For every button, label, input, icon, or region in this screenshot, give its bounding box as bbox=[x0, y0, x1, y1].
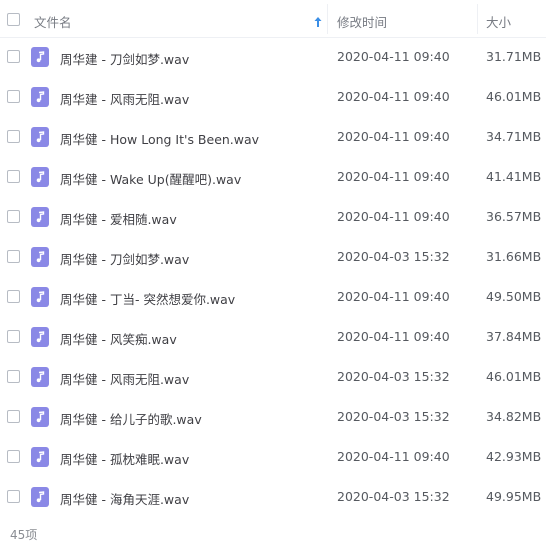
file-size: 31.66MB bbox=[486, 249, 542, 264]
row-checkbox[interactable] bbox=[7, 50, 20, 63]
file-size: 41.41MB bbox=[486, 169, 542, 184]
column-divider[interactable] bbox=[327, 4, 328, 34]
row-checkbox[interactable] bbox=[7, 210, 20, 223]
audio-file-icon bbox=[31, 367, 49, 387]
file-modified-time: 2020-04-11 09:40 bbox=[337, 169, 450, 184]
select-all-checkbox[interactable] bbox=[7, 13, 20, 26]
audio-file-icon bbox=[31, 447, 49, 467]
file-name[interactable]: 周华健 - 风笑痴.wav bbox=[60, 329, 177, 348]
audio-file-icon bbox=[31, 127, 49, 147]
file-row[interactable]: 周华建 - 刀剑如梦.wav 2020-04-11 09:40 31.71MB bbox=[0, 37, 546, 77]
file-row[interactable]: 周华健 - How Long It's Been.wav 2020-04-11 0… bbox=[0, 117, 546, 157]
file-size: 49.95MB bbox=[486, 489, 542, 504]
row-checkbox[interactable] bbox=[7, 90, 20, 103]
file-row[interactable]: 周华健 - 刀剑如梦.wav 2020-04-03 15:32 31.66MB bbox=[0, 237, 546, 277]
file-row[interactable]: 周华健 - 海角天涯.wav 2020-04-03 15:32 49.95MB bbox=[0, 477, 546, 517]
audio-file-icon bbox=[31, 407, 49, 427]
audio-file-icon bbox=[31, 87, 49, 107]
item-count: 45项 bbox=[10, 528, 38, 542]
file-name[interactable]: 周华建 - 风雨无阻.wav bbox=[60, 89, 189, 108]
column-divider[interactable] bbox=[477, 4, 478, 34]
file-size: 36.57MB bbox=[486, 209, 542, 224]
file-name[interactable]: 周华建 - 刀剑如梦.wav bbox=[60, 49, 189, 68]
file-size: 46.01MB bbox=[486, 369, 542, 384]
column-header-size[interactable]: 大小 bbox=[486, 12, 511, 31]
audio-file-icon bbox=[31, 247, 49, 267]
column-header-name[interactable]: 文件名 bbox=[34, 12, 72, 31]
file-size: 31.71MB bbox=[486, 49, 542, 64]
file-name[interactable]: 周华健 - 刀剑如梦.wav bbox=[60, 249, 189, 268]
file-modified-time: 2020-04-03 15:32 bbox=[337, 249, 450, 264]
audio-file-icon bbox=[31, 287, 49, 307]
file-name[interactable]: 周华健 - 丁当- 突然想爱你.wav bbox=[60, 289, 235, 308]
column-header-modified-time[interactable]: 修改时间 bbox=[337, 12, 387, 31]
file-row[interactable]: 周华健 - 风笑痴.wav 2020-04-11 09:40 37.84MB bbox=[0, 317, 546, 357]
file-name[interactable]: 周华健 - 风雨无阻.wav bbox=[60, 369, 189, 388]
file-name[interactable]: 周华健 - 海角天涯.wav bbox=[60, 489, 189, 508]
file-row[interactable]: 周华健 - 给儿子的歌.wav 2020-04-03 15:32 34.82MB bbox=[0, 397, 546, 437]
row-checkbox[interactable] bbox=[7, 290, 20, 303]
file-list: 周华建 - 刀剑如梦.wav 2020-04-11 09:40 31.71MB 周华建… bbox=[0, 37, 546, 517]
file-row[interactable]: 周华健 - 爱相随.wav 2020-04-11 09:40 36.57MB bbox=[0, 197, 546, 237]
file-modified-time: 2020-04-11 09:40 bbox=[337, 289, 450, 304]
file-modified-time: 2020-04-03 15:32 bbox=[337, 409, 450, 424]
file-modified-time: 2020-04-11 09:40 bbox=[337, 129, 450, 144]
row-checkbox[interactable] bbox=[7, 490, 20, 503]
row-checkbox[interactable] bbox=[7, 250, 20, 263]
file-row[interactable]: 周华健 - 丁当- 突然想爱你.wav 2020-04-11 09:40 49.50… bbox=[0, 277, 546, 317]
file-name[interactable]: 周华健 - 爱相随.wav bbox=[60, 209, 177, 228]
file-modified-time: 2020-04-03 15:32 bbox=[337, 369, 450, 384]
file-name[interactable]: 周华健 - How Long It's Been.wav bbox=[60, 129, 259, 148]
file-size: 37.84MB bbox=[486, 329, 542, 344]
file-modified-time: 2020-04-03 15:32 bbox=[337, 489, 450, 504]
row-checkbox[interactable] bbox=[7, 130, 20, 143]
sort-ascending-arrow-icon[interactable] bbox=[313, 13, 323, 27]
row-checkbox[interactable] bbox=[7, 450, 20, 463]
file-size: 42.93MB bbox=[486, 449, 542, 464]
file-size: 34.82MB bbox=[486, 409, 542, 424]
row-checkbox[interactable] bbox=[7, 170, 20, 183]
audio-file-icon bbox=[31, 167, 49, 187]
file-row[interactable]: 周华建 - 风雨无阻.wav 2020-04-11 09:40 46.01MB bbox=[0, 77, 546, 117]
row-checkbox[interactable] bbox=[7, 330, 20, 343]
file-row[interactable]: 周华健 - 风雨无阻.wav 2020-04-03 15:32 46.01MB bbox=[0, 357, 546, 397]
file-name[interactable]: 周华健 - 孤枕难眠.wav bbox=[60, 449, 189, 468]
audio-file-icon bbox=[31, 487, 49, 507]
audio-file-icon bbox=[31, 207, 49, 227]
file-modified-time: 2020-04-11 09:40 bbox=[337, 49, 450, 64]
audio-file-icon bbox=[31, 47, 49, 67]
audio-file-icon bbox=[31, 327, 49, 347]
row-checkbox[interactable] bbox=[7, 370, 20, 383]
file-name[interactable]: 周华健 - 给儿子的歌.wav bbox=[60, 409, 202, 428]
file-modified-time: 2020-04-11 09:40 bbox=[337, 329, 450, 344]
row-checkbox[interactable] bbox=[7, 410, 20, 423]
file-name[interactable]: 周华健 - Wake Up(醒醒吧).wav bbox=[60, 169, 241, 188]
file-list-header: 文件名 修改时间 大小 bbox=[0, 0, 546, 38]
file-size: 49.50MB bbox=[486, 289, 542, 304]
file-size: 46.01MB bbox=[486, 89, 542, 104]
file-size: 34.71MB bbox=[486, 129, 542, 144]
file-modified-time: 2020-04-11 09:40 bbox=[337, 89, 450, 104]
file-row[interactable]: 周华健 - 孤枕难眠.wav 2020-04-11 09:40 42.93MB bbox=[0, 437, 546, 477]
file-modified-time: 2020-04-11 09:40 bbox=[337, 209, 450, 224]
file-row[interactable]: 周华健 - Wake Up(醒醒吧).wav 2020-04-11 09:40 41… bbox=[0, 157, 546, 197]
file-modified-time: 2020-04-11 09:40 bbox=[337, 449, 450, 464]
